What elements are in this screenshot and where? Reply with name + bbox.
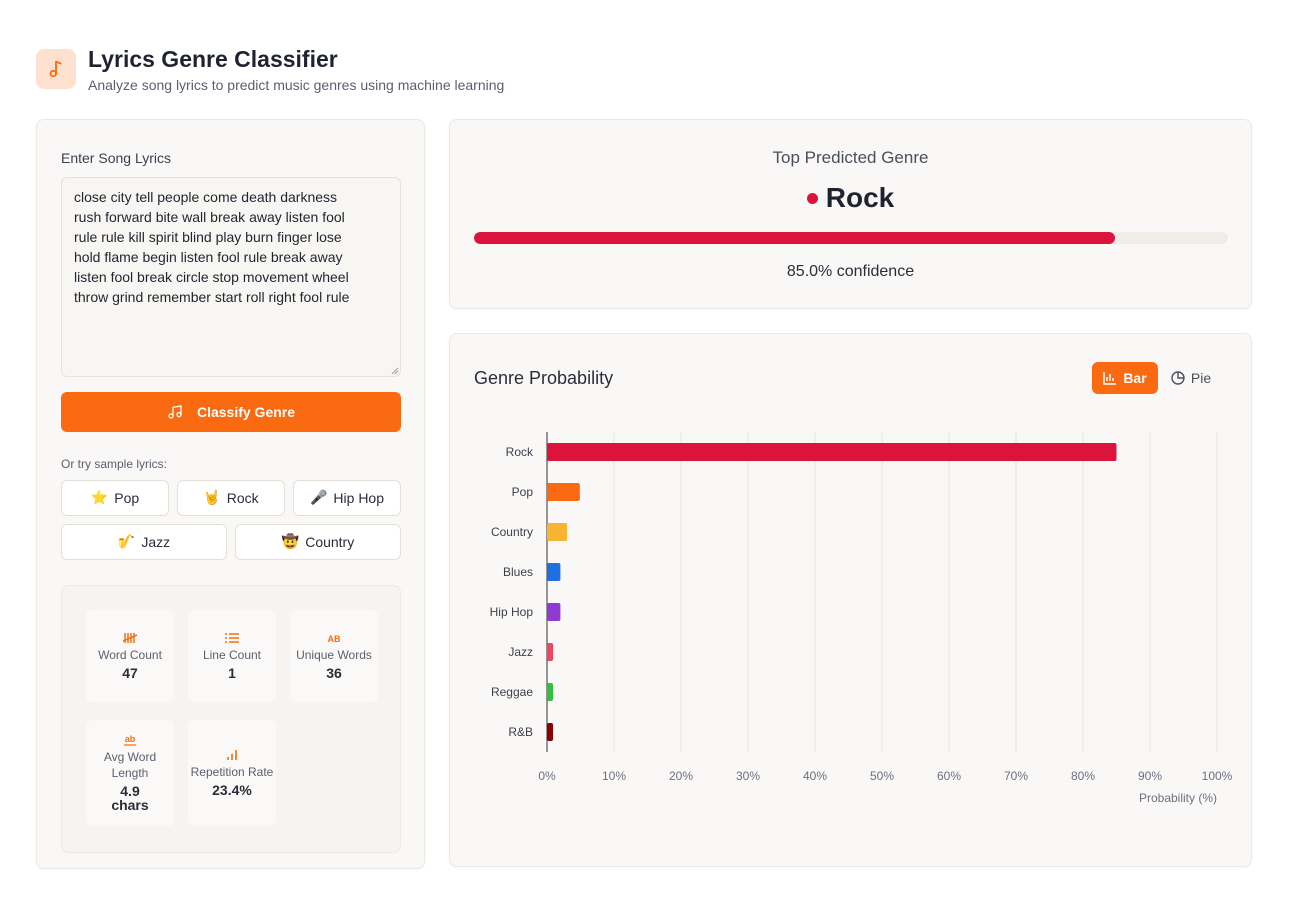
sample-lyrics-label: Or try sample lyrics:	[61, 457, 168, 471]
confidence-bar-fill	[474, 232, 1115, 244]
category-label: Reggae	[491, 685, 533, 699]
x-tick-label: 40%	[803, 769, 827, 783]
bar-pop	[547, 483, 580, 501]
stat-label: Line Count	[202, 648, 262, 662]
sample-rock-button[interactable]: 🤘 Rock	[177, 480, 285, 516]
bar-blues	[547, 563, 561, 581]
music-notes-icon	[168, 405, 182, 419]
stat-avg-word-length: ab Avg Word Length 4.9 chars	[86, 720, 174, 826]
sample-jazz-button[interactable]: 🎷 Jazz	[61, 524, 227, 560]
sample-pop-label: Pop	[114, 490, 140, 506]
x-tick-label: 0%	[538, 769, 556, 783]
x-tick-label: 50%	[870, 769, 894, 783]
confidence-text: 85.0% confidence	[786, 263, 915, 280]
app-subtitle: Analyze song lyrics to predict music gen…	[88, 77, 505, 93]
category-label: Jazz	[508, 645, 533, 659]
category-label: Hip Hop	[490, 605, 534, 619]
lyrics-textarea[interactable]: close city tell people come death darkne…	[61, 177, 401, 377]
x-tick-label: 70%	[1004, 769, 1028, 783]
top-genre-name: Rock	[825, 182, 895, 213]
category-label: Rock	[506, 445, 534, 459]
stat-word-count: Word Count 47	[86, 610, 174, 702]
sample-rock-label: Rock	[226, 490, 259, 506]
genre-probability-card: Genre Probability Bar Pie 0% 10% 20% 30% 40%…	[449, 333, 1252, 867]
top-prediction-title: Top Predicted Genre	[772, 148, 929, 167]
cowboy-icon: 🤠	[281, 534, 300, 550]
star-icon: ⭐	[90, 490, 109, 506]
x-tick-label: 10%	[602, 769, 626, 783]
genre-color-dot	[806, 192, 818, 204]
x-tick-label: 100%	[1202, 769, 1233, 783]
svg-text:ab: ab	[125, 734, 136, 744]
bar-chart-icon	[227, 750, 237, 760]
x-tick-label: 90%	[1138, 769, 1162, 783]
saxophone-icon: 🎷	[117, 534, 136, 550]
bar-jazz	[547, 643, 554, 661]
bar-reggae	[547, 683, 554, 701]
stat-label: Word Count	[98, 648, 162, 662]
category-label: Pop	[512, 485, 534, 499]
resize-handle-icon[interactable]	[391, 367, 399, 375]
stat-label: Avg Word Length	[103, 750, 157, 780]
x-axis-title: Probability (%)	[1139, 791, 1217, 805]
input-panel: Enter Song Lyrics close city tell people…	[36, 119, 425, 869]
bar-hip-hop	[547, 603, 561, 621]
stat-label: Unique Words	[296, 648, 372, 662]
microphone-icon: 🎤	[309, 490, 328, 506]
confidence-bar	[474, 232, 1228, 244]
x-tick-label: 20%	[669, 769, 693, 783]
stat-value: 47	[122, 665, 138, 681]
genre-probability-chart: 0% 10% 20% 30% 40% 50% 60% 70% 80% 90% 100% Rock Pop…	[490, 432, 1233, 805]
list-icon	[225, 633, 239, 643]
category-label: R&B	[508, 725, 533, 739]
rock-hand-icon: 🤘	[203, 490, 221, 506]
x-tick-label: 60%	[937, 769, 961, 783]
text-ab-icon: ab	[124, 734, 136, 746]
stat-repetition-rate: Repetition Rate 23.4%	[188, 720, 276, 826]
stat-value: 4.9 chars	[111, 783, 149, 813]
stat-line-count: Line Count 1	[188, 610, 276, 702]
stat-value: 1	[228, 665, 236, 681]
stat-unique-words: AB Unique Words 36	[290, 610, 378, 702]
sample-jazz-label: Jazz	[141, 534, 171, 550]
sample-pop-button[interactable]: ⭐ Pop	[61, 480, 169, 516]
category-label: Country	[491, 525, 533, 539]
sample-hiphop-button[interactable]: 🎤 Hip Hop	[293, 480, 401, 516]
stat-value: 36	[326, 665, 342, 681]
sample-hiphop-label: Hip Hop	[333, 490, 385, 506]
classify-genre-label: Classify Genre	[196, 404, 296, 420]
lyrics-label: Enter Song Lyrics	[61, 150, 171, 166]
app-header: Lyrics Genre Classifier Analyze song lyr…	[36, 45, 504, 93]
sample-country-button[interactable]: 🤠 Country	[235, 524, 401, 560]
app-title: Lyrics Genre Classifier	[88, 46, 338, 72]
category-label: Blues	[503, 565, 533, 579]
tally-icon	[123, 633, 137, 643]
lyrics-stats-panel: Word Count 47 Line Count 1 AB Unique Wor…	[61, 585, 401, 853]
music-note-icon	[36, 49, 76, 89]
letters-ab-icon: AB	[328, 634, 341, 644]
sample-country-label: Country	[305, 534, 355, 550]
bar-country	[547, 523, 568, 541]
bar-r-b	[547, 723, 554, 741]
x-tick-label: 30%	[736, 769, 760, 783]
classify-genre-button[interactable]: Classify Genre	[61, 392, 401, 432]
stat-value: 23.4%	[212, 782, 252, 798]
top-prediction-genre: Rock	[450, 182, 1251, 214]
x-tick-label: 80%	[1071, 769, 1095, 783]
svg-text:AB: AB	[328, 634, 341, 644]
top-prediction-card: Top Predicted Genre Rock 85.0% confidenc…	[449, 119, 1252, 309]
stat-label: Repetition Rate	[190, 765, 274, 779]
bar-rock	[547, 443, 1117, 461]
